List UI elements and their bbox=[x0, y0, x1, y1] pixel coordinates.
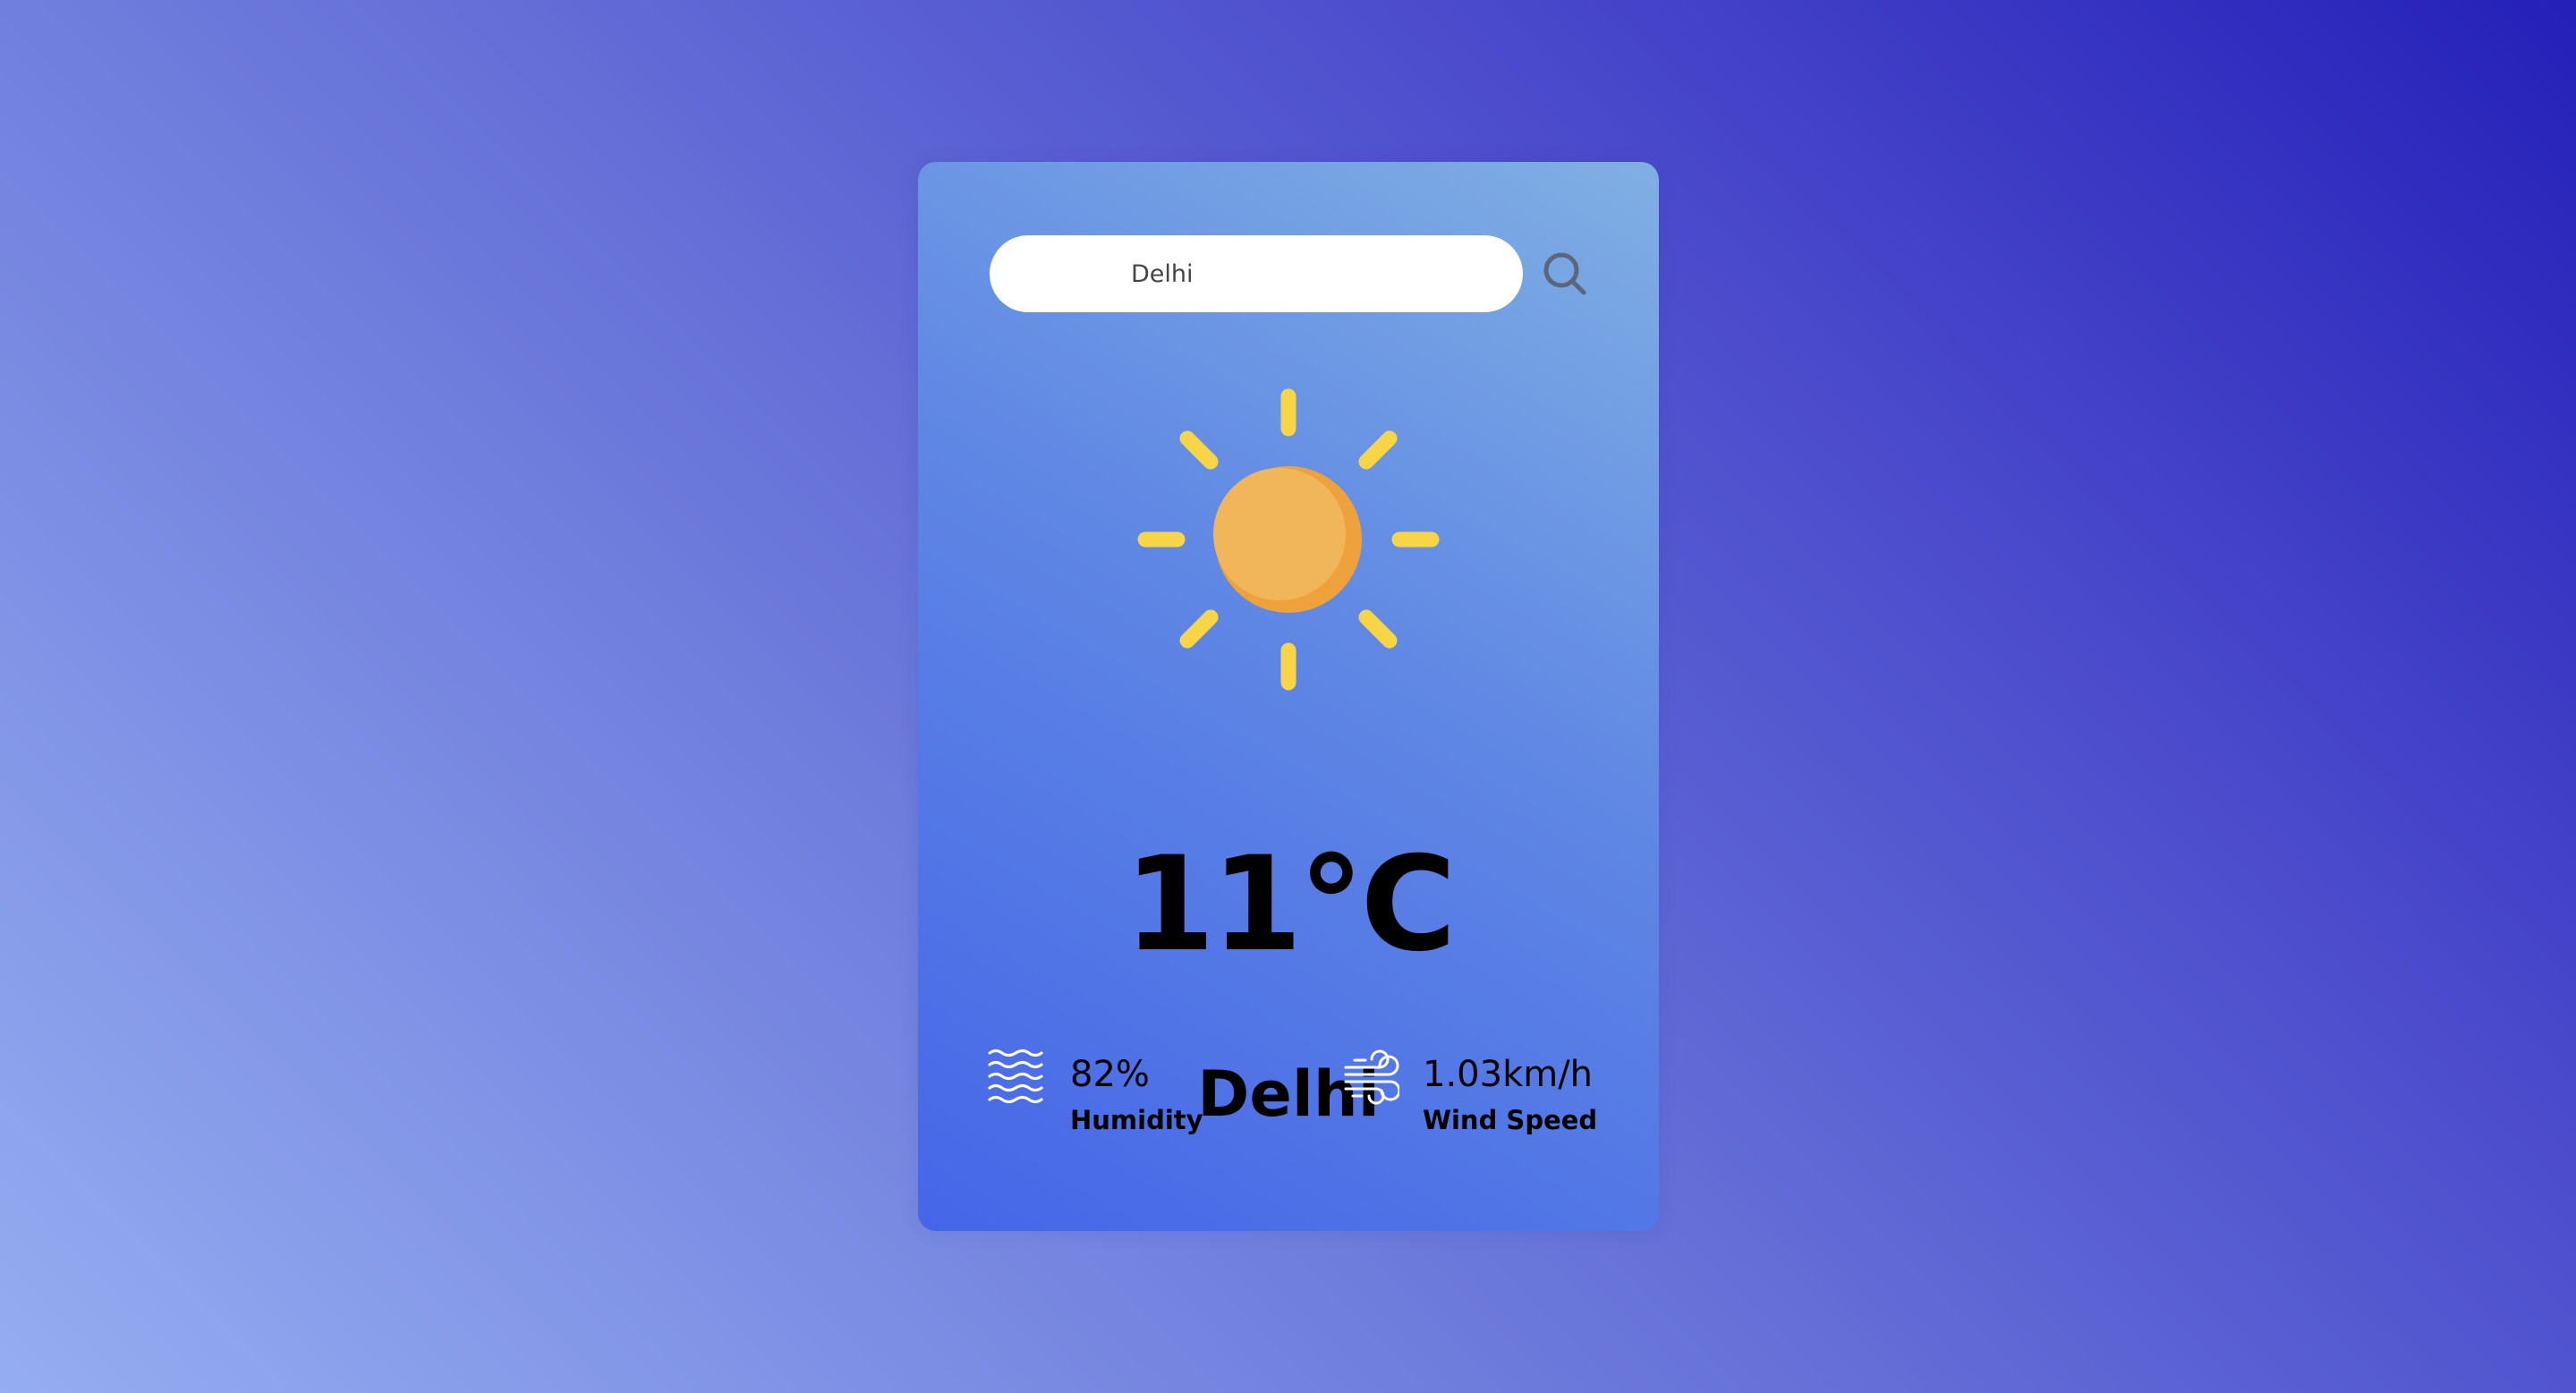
humidity-value: 82% bbox=[1070, 1054, 1150, 1095]
humidity-icon bbox=[988, 1048, 1043, 1105]
weather-details: 82% Humidity 1.03km/h Wind Speed bbox=[918, 162, 1659, 1231]
wind-speed-label: Wind Speed bbox=[1423, 1105, 1598, 1135]
wind-icon bbox=[1344, 1049, 1399, 1105]
humidity-label: Humidity bbox=[1070, 1105, 1203, 1135]
weather-card: 11°C Delhi 82% Humidity bbox=[918, 162, 1659, 1231]
wind-speed-value: 1.03km/h bbox=[1423, 1054, 1594, 1095]
